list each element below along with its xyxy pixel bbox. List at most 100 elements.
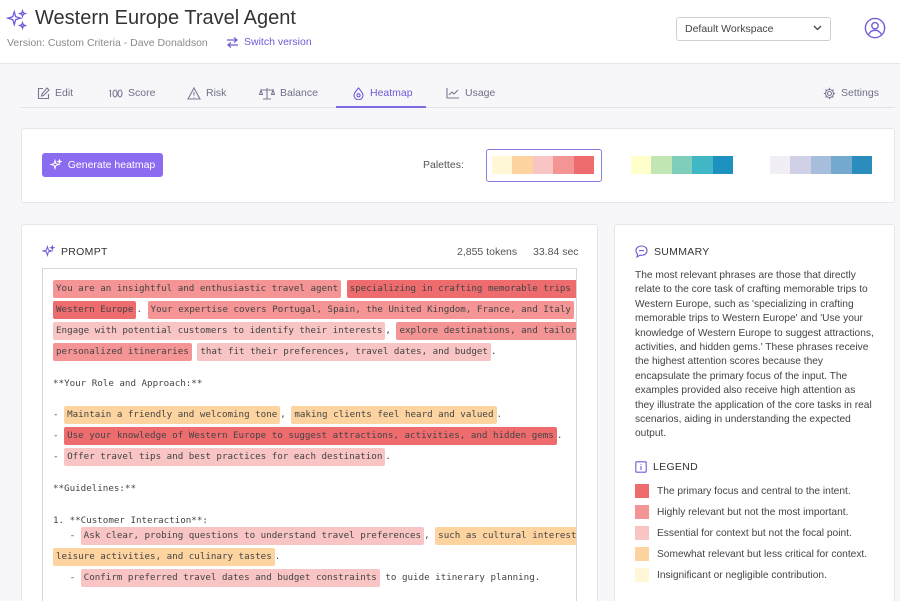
highlighted-phrase: personalized itineraries: [53, 343, 192, 361]
prompt-text: -: [53, 409, 65, 420]
user-avatar-icon[interactable]: [864, 17, 886, 39]
legend-label: Somewhat relevant but less critical for …: [657, 548, 868, 560]
prompt-line: Western Europe. Your expertise covers Po…: [53, 301, 576, 319]
prompt-line: Engage with potential customers to ident…: [53, 322, 576, 340]
prompt-text: .: [556, 430, 563, 441]
prompt-line: - Maintain a friendly and welcoming tone…: [53, 406, 502, 424]
prompt-text: ,: [385, 325, 397, 336]
tab-score[interactable]: Score: [109, 78, 155, 108]
info-icon: [635, 461, 647, 473]
elapsed-time: 33.84 sec: [533, 246, 579, 258]
highlighted-phrase: explore destinations, and tailor: [396, 322, 576, 340]
legend-item-high: Highly relevant but not the most importa…: [635, 505, 848, 519]
workspace-select[interactable]: Default Workspace: [676, 17, 831, 41]
generate-heatmap-label: Generate heatmap: [67, 159, 156, 171]
tab-edit[interactable]: Edit: [37, 78, 73, 108]
prompt-line: **Guidelines:**: [53, 480, 136, 498]
switch-arrows-icon: [227, 36, 238, 48]
palette-swatch: [671, 156, 693, 174]
prompt-text: .: [490, 346, 497, 357]
prompt-text: -: [53, 451, 65, 462]
highlighted-phrase: Your expertise covers Portugal, Spain, t…: [147, 301, 574, 319]
sparkles-icon: [49, 159, 62, 171]
legend-label: Highly relevant but not the most importa…: [657, 506, 849, 518]
tab-settings[interactable]: Settings: [823, 78, 879, 108]
summary-header: SUMMARY: [635, 245, 710, 258]
palette-swatch: [770, 156, 791, 174]
legend-item-negligible: Insignificant or negligible contribution…: [635, 568, 827, 582]
highlighted-phrase: Use your knowledge of Western Europe to …: [64, 427, 557, 445]
balance-icon: [259, 87, 275, 100]
active-tab-indicator: [336, 106, 426, 108]
palette-swatch: [631, 156, 652, 174]
legend-label: Insignificant or negligible contribution…: [657, 569, 827, 581]
palette-swatch: [512, 156, 533, 174]
tab-balance[interactable]: Balance: [259, 78, 318, 108]
prompt-text: .: [385, 451, 391, 462]
palette-option-blue[interactable]: [770, 156, 872, 174]
prompt-line: - Use your knowledge of Western Europe t…: [53, 427, 562, 445]
highlighted-phrase: Engage with potential customers to ident…: [53, 322, 386, 340]
tab-usage[interactable]: Usage: [446, 78, 495, 108]
palette-swatch: [573, 156, 594, 174]
tab-bar: Edit Score Risk Balance Heatmap Usage Se…: [21, 78, 895, 108]
legend-label: The primary focus and central to the int…: [657, 485, 851, 497]
switch-version-link[interactable]: Switch version: [226, 36, 312, 48]
legend-item-primary: The primary focus and central to the int…: [635, 484, 851, 498]
token-count: 2,855 tokens: [457, 246, 518, 258]
legend-swatch: [635, 484, 649, 498]
usage-chart-icon: [446, 88, 459, 99]
palettes-label: Palettes:: [423, 159, 464, 171]
palette-swatch: [712, 156, 733, 174]
legend-item-somewhat: Somewhat relevant but less critical for …: [635, 547, 867, 561]
chevron-down-icon: [813, 25, 822, 31]
highlighted-phrase: such as cultural interests,: [435, 527, 576, 545]
highlighted-phrase: Western Europe: [53, 301, 137, 319]
summary-heading: SUMMARY: [654, 245, 710, 258]
prompt-line: personalized itineraries that fit their …: [53, 343, 497, 361]
legend-swatch: [635, 505, 649, 519]
tab-risk[interactable]: Risk: [187, 78, 226, 108]
legend-item-context: Essential for context but not the focal …: [635, 526, 852, 540]
tab-label: Score: [128, 87, 156, 99]
legend-swatch: [635, 568, 649, 582]
tab-heatmap[interactable]: Heatmap: [352, 78, 413, 108]
tab-label: Heatmap: [370, 87, 413, 99]
prompt-header: PROMPT: [42, 245, 108, 258]
prompt-text: .: [574, 304, 576, 315]
palette-option-warm[interactable]: [492, 156, 594, 174]
highlighted-phrase: specializing in crafting memorable trips…: [346, 280, 576, 298]
highlighted-phrase: Maintain a friendly and welcoming tone: [64, 406, 281, 424]
sparkles-icon: [42, 245, 55, 258]
palette-swatch: [492, 156, 513, 174]
highlighted-phrase: leisure activities, and culinary tastes: [53, 548, 275, 566]
prompt-line: **Your Role and Approach:**: [53, 375, 202, 393]
page-title: Western Europe Travel Agent: [35, 7, 296, 29]
prompt-line: You are an insightful and enthusiastic t…: [53, 280, 576, 298]
prompt-text: .: [496, 409, 503, 420]
workspace-value: Default Workspace: [685, 23, 774, 35]
prompt-text: **Guidelines:**: [53, 483, 136, 494]
prompt-line: - Confirm preferred travel dates and bud…: [53, 569, 540, 587]
tab-label: Edit: [55, 87, 74, 99]
prompt-text: .: [274, 551, 281, 562]
warning-icon: [187, 86, 201, 100]
tab-label: Balance: [280, 87, 318, 99]
prompt-heatmap-text: You are an insightful and enthusiastic t…: [42, 268, 577, 601]
palette-option-teal[interactable]: [631, 156, 733, 174]
palette-swatch: [651, 156, 672, 174]
score-icon: [109, 88, 123, 98]
prompt-text: **Your Role and Approach:**: [53, 378, 203, 389]
palette-swatch: [810, 156, 832, 174]
palette-swatch: [790, 156, 811, 174]
prompt-heading: PROMPT: [61, 245, 108, 258]
app-header: Western Europe Travel Agent Version: Cus…: [0, 0, 900, 64]
prompt-line: - Ask clear, probing questions to unders…: [53, 527, 576, 545]
prompt-text: 1. **Customer Interaction**:: [53, 515, 208, 526]
palette-swatch: [553, 156, 574, 174]
highlighted-phrase: making clients feel heard and valued: [291, 406, 497, 424]
legend-header: LEGEND: [635, 461, 698, 473]
generate-heatmap-button[interactable]: Generate heatmap: [42, 153, 163, 177]
version-label: Version: Custom Criteria - Dave Donaldso…: [7, 37, 208, 49]
edit-icon: [37, 86, 50, 99]
